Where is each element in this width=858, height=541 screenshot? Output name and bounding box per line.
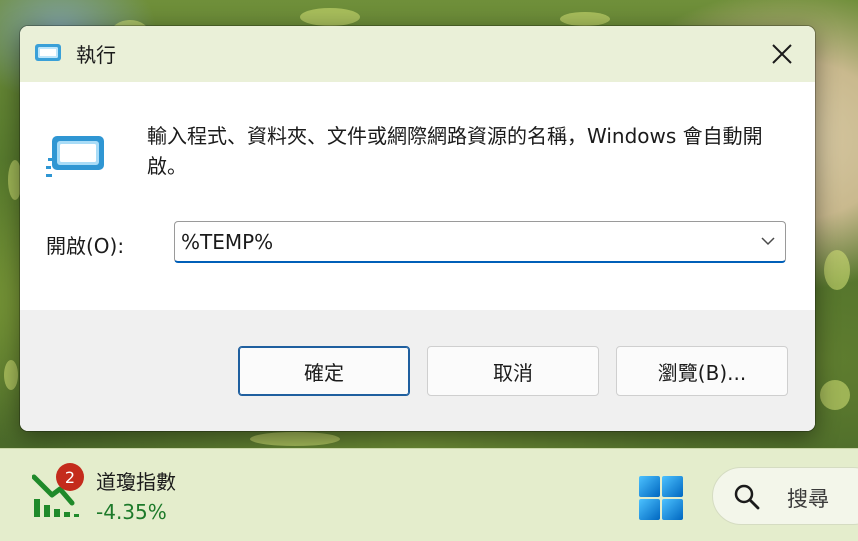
- dialog-footer: 確定 取消 瀏覽(B)...: [20, 310, 815, 431]
- notification-badge: 2: [56, 463, 84, 491]
- open-combobox[interactable]: [174, 221, 786, 263]
- close-icon: [772, 44, 792, 64]
- cancel-button[interactable]: 取消: [427, 346, 599, 396]
- run-dialog: 執行 輸入程式、資料夾、文件或網際網路資源的名稱，Windows 會自動開啟。 …: [20, 26, 815, 431]
- close-button[interactable]: [749, 26, 815, 82]
- search-icon: [734, 484, 760, 510]
- run-icon: [35, 44, 61, 61]
- widget-title: 道瓊指數: [96, 470, 176, 494]
- widget-value: -4.35%: [96, 500, 167, 524]
- windows-logo-icon[interactable]: [638, 475, 684, 521]
- taskbar-search[interactable]: 搜尋: [712, 467, 858, 525]
- title-bar[interactable]: 執行: [20, 26, 815, 82]
- browse-button[interactable]: 瀏覽(B)...: [616, 346, 788, 396]
- open-label: 開啟(O):: [46, 234, 125, 258]
- ok-button[interactable]: 確定: [238, 346, 410, 396]
- chevron-down-icon[interactable]: [761, 236, 775, 246]
- dialog-title: 執行: [76, 43, 116, 67]
- search-placeholder: 搜尋: [787, 487, 829, 511]
- dialog-description: 輸入程式、資料夾、文件或網際網路資源的名稱，Windows 會自動開啟。: [147, 124, 763, 178]
- dialog-content: 輸入程式、資料夾、文件或網際網路資源的名稱，Windows 會自動開啟。 開啟(…: [20, 82, 815, 310]
- open-input[interactable]: [181, 226, 741, 258]
- taskbar: 2 道瓊指數 -4.35% 搜尋: [0, 448, 858, 541]
- run-icon: [46, 136, 104, 177]
